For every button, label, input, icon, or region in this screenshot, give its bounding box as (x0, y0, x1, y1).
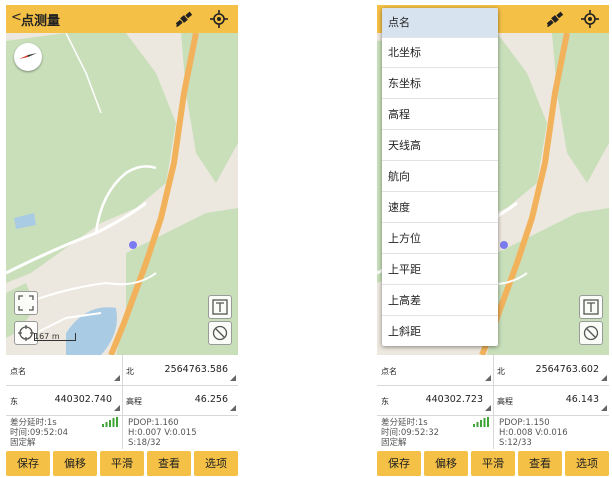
solution-text: 固定解 (10, 438, 36, 448)
status-right: PDOP:1.160 H:0.007 V:0.015 S:18/32 (128, 418, 197, 448)
elevation-value: 46.143 (565, 394, 599, 405)
smooth-button[interactable]: 平滑 (100, 451, 144, 476)
bottom-toolbar: 保存 偏移 平滑 查看 选项 (377, 451, 609, 476)
dropdown-corner-icon (485, 375, 491, 381)
dropdown-corner-icon (601, 405, 607, 411)
dropdown-corner-icon (230, 405, 236, 411)
satellites-text: S:18/32 (128, 438, 161, 448)
fullscreen-icon[interactable] (14, 291, 38, 315)
gps-icon[interactable] (208, 8, 230, 30)
dropdown-corner-icon (114, 405, 120, 411)
compass-icon[interactable] (14, 43, 42, 71)
time-text: 时间:09:52:04 (10, 428, 69, 438)
north-label: 北 (126, 367, 134, 376)
signal-icon (473, 417, 489, 427)
solution-text: 固定解 (381, 438, 407, 448)
view-button[interactable]: 查看 (147, 451, 191, 476)
save-button[interactable]: 保存 (377, 451, 421, 476)
measurement-panel: 点名 北 2564763.586 东 440302.740 高程 46.256 … (6, 355, 238, 453)
status-right: PDOP:1.150 H:0.008 V:0.016 S:12/33 (499, 418, 568, 448)
options-button[interactable]: 选项 (565, 451, 609, 476)
divider (493, 415, 494, 449)
elevation-label: 高程 (497, 397, 513, 406)
divider (493, 355, 494, 415)
map-tiles (6, 33, 238, 355)
field-select-menu: 点名 北坐标 东坐标 高程 天线高 航向 速度 上方位 上平距 上高差 上斜距 (382, 8, 498, 346)
text-icon[interactable] (579, 295, 603, 319)
time-text: 时间:09:52:32 (381, 428, 440, 438)
dropdown-corner-icon (114, 375, 120, 381)
satellite-icon[interactable] (544, 8, 566, 30)
menu-item-horizontal-distance[interactable]: 上平距 (382, 255, 498, 285)
text-icon[interactable] (208, 295, 232, 319)
scale-label: 167 m (34, 332, 60, 341)
offset-button[interactable]: 偏移 (53, 451, 97, 476)
menu-item-slope-distance[interactable]: 上斜距 (382, 317, 498, 346)
dropdown-corner-icon (485, 405, 491, 411)
north-value: 2564763.586 (164, 364, 228, 375)
menu-item-east-coord[interactable]: 东坐标 (382, 69, 498, 99)
point-name-field[interactable]: 点名 (377, 355, 493, 385)
signal-icon (102, 417, 118, 427)
point-name-label: 点名 (10, 367, 26, 376)
bottom-toolbar: 保存 偏移 平滑 查看 选项 (6, 451, 238, 476)
east-field[interactable]: 东 440302.740 (6, 385, 122, 415)
status-left: 差分延时:1s 时间:09:52:32 固定解 (381, 418, 439, 448)
east-field[interactable]: 东 440302.723 (377, 385, 493, 415)
north-label: 北 (497, 367, 505, 376)
top-bar: < 点测量 (6, 5, 238, 33)
divider (122, 355, 123, 415)
hv-precision-text: H:0.008 V:0.016 (499, 428, 568, 438)
status-left: 差分延时:1s 时间:09:52:04 固定解 (10, 418, 68, 448)
measurement-panel: 点名 北 2564763.602 东 440302.723 高程 46.143 … (377, 355, 609, 453)
phone-screen-point-survey: < 点测量 167 m 点名 北 2564763.586 东 440302.74… (6, 5, 238, 476)
north-field[interactable]: 北 2564763.602 (493, 355, 609, 385)
page-title: 点测量 (21, 14, 61, 29)
dropdown-corner-icon (601, 375, 607, 381)
menu-item-azimuth[interactable]: 上方位 (382, 224, 498, 254)
offset-button[interactable]: 偏移 (424, 451, 468, 476)
east-label: 东 (10, 397, 18, 406)
pdop-text: PDOP:1.160 (128, 418, 179, 428)
east-value: 440302.740 (54, 394, 112, 405)
elevation-value: 46.256 (194, 394, 228, 405)
north-field[interactable]: 北 2564763.586 (122, 355, 238, 385)
no-icon[interactable] (579, 321, 603, 345)
point-name-field[interactable]: 点名 (6, 355, 122, 385)
map-view[interactable]: 167 m (6, 33, 238, 355)
smooth-button[interactable]: 平滑 (471, 451, 515, 476)
menu-item-height-difference[interactable]: 上高差 (382, 286, 498, 316)
menu-item-elevation[interactable]: 高程 (382, 100, 498, 130)
hv-precision-text: H:0.007 V:0.015 (128, 428, 197, 438)
east-value: 440302.723 (425, 394, 483, 405)
gps-icon[interactable] (579, 8, 601, 30)
menu-item-point-name[interactable]: 点名 (382, 8, 498, 38)
divider (122, 415, 123, 449)
point-name-label: 点名 (381, 367, 397, 376)
menu-item-heading[interactable]: 航向 (382, 162, 498, 192)
no-icon[interactable] (208, 321, 232, 345)
options-button[interactable]: 选项 (194, 451, 238, 476)
menu-item-speed[interactable]: 速度 (382, 193, 498, 223)
dropdown-corner-icon (230, 375, 236, 381)
elevation-label: 高程 (126, 397, 142, 406)
diff-delay-text: 差分延时:1s (381, 418, 428, 428)
satellites-text: S:12/33 (499, 438, 532, 448)
view-button[interactable]: 查看 (518, 451, 562, 476)
diff-delay-text: 差分延时:1s (10, 418, 57, 428)
north-value: 2564763.602 (535, 364, 599, 375)
phone-screen-field-selector: 点名 北坐标 东坐标 高程 天线高 航向 速度 上方位 上平距 上高差 上斜距 … (377, 5, 609, 476)
elevation-field[interactable]: 高程 46.256 (122, 385, 238, 415)
pdop-text: PDOP:1.150 (499, 418, 550, 428)
elevation-field[interactable]: 高程 46.143 (493, 385, 609, 415)
east-label: 东 (381, 397, 389, 406)
satellite-icon[interactable] (173, 8, 195, 30)
save-button[interactable]: 保存 (6, 451, 50, 476)
menu-item-antenna-height[interactable]: 天线高 (382, 131, 498, 161)
menu-item-north-coord[interactable]: 北坐标 (382, 38, 498, 68)
